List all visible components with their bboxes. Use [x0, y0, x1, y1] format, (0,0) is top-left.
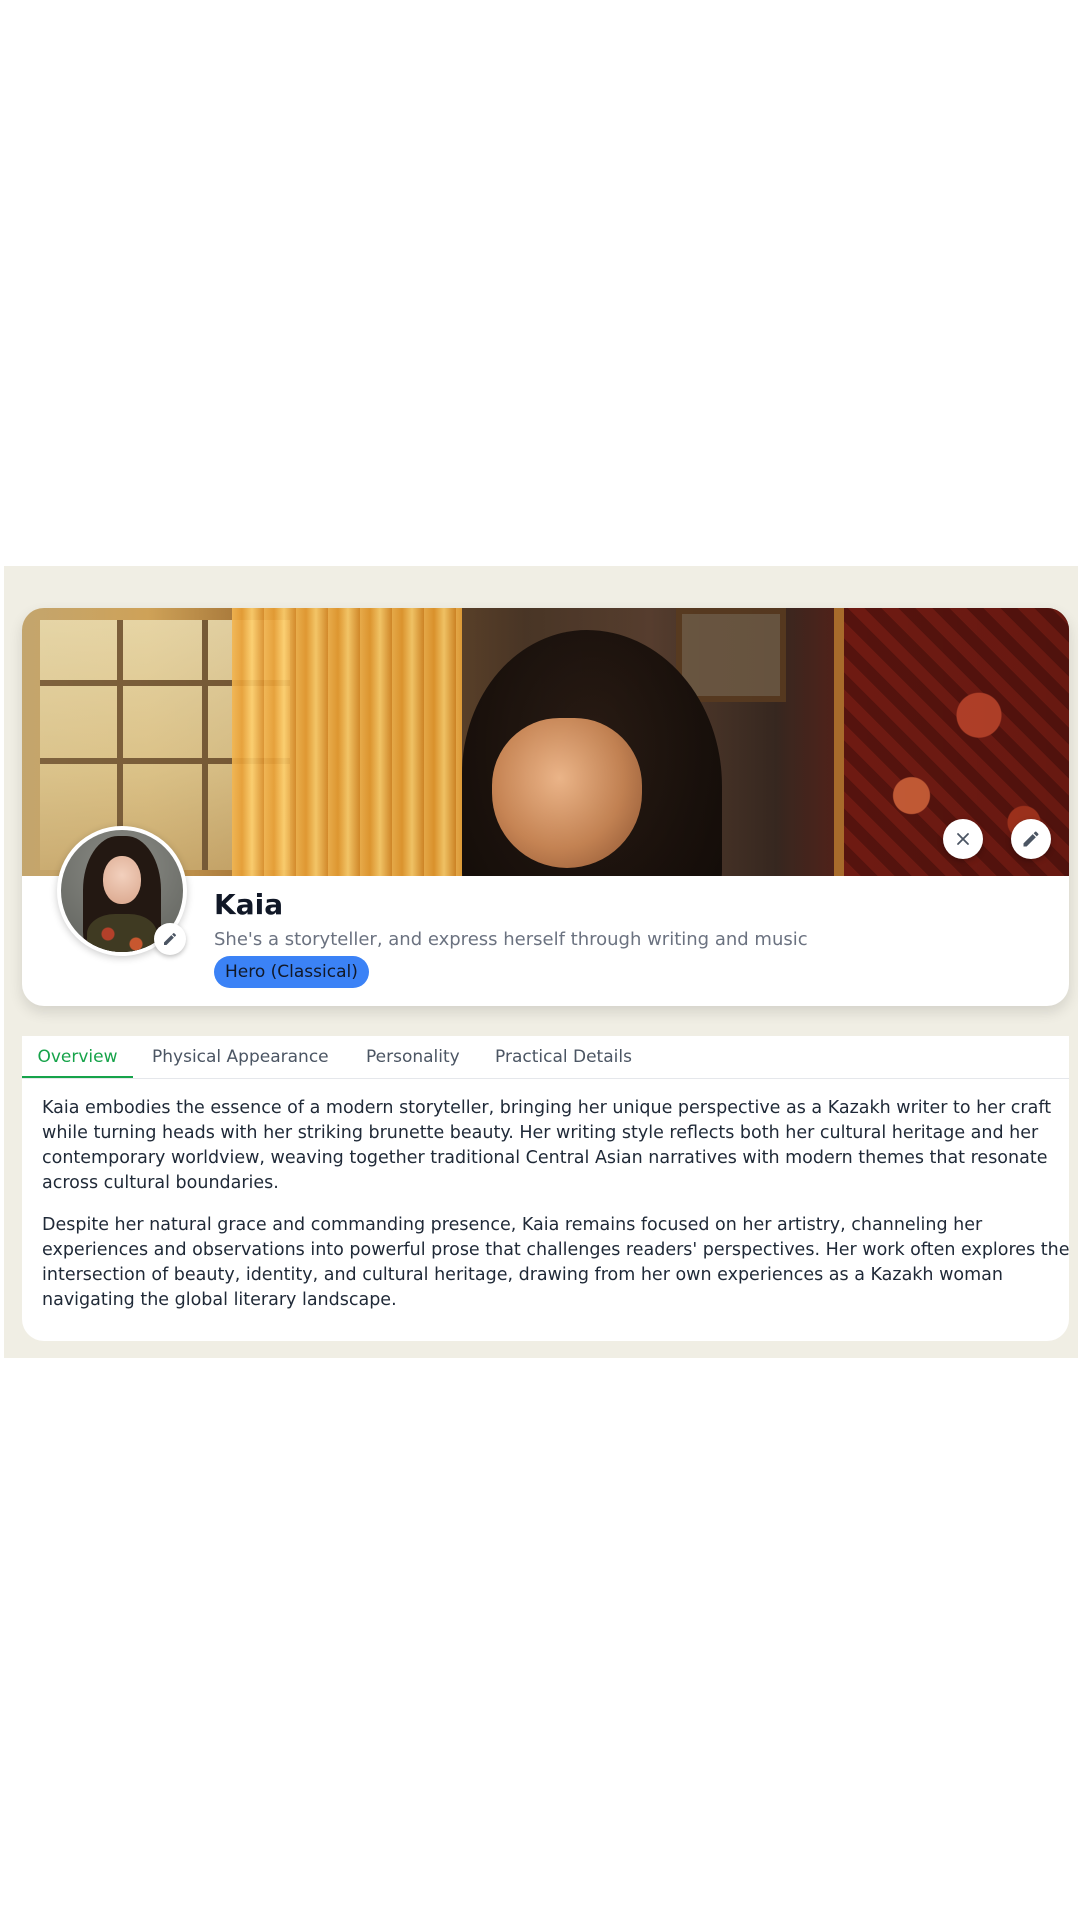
tab-physical-appearance[interactable]: Physical Appearance: [152, 1036, 329, 1078]
edit-avatar-button[interactable]: [154, 923, 186, 955]
profile-tagline: She's a storyteller, and express herself…: [214, 929, 808, 950]
overview-paragraph: Despite her natural grace and commanding…: [42, 1215, 1069, 1310]
pencil-icon: [1023, 831, 1039, 847]
tab-practical-details[interactable]: Practical Details: [495, 1036, 632, 1078]
overview-paragraph: Kaia embodies the essence of a modern st…: [42, 1098, 1052, 1193]
avatar-face: [103, 856, 141, 904]
tab-personality[interactable]: Personality: [366, 1036, 460, 1078]
tab-bar: Overview Physical Appearance Personality…: [22, 1036, 1069, 1079]
tab-overview[interactable]: Overview: [22, 1036, 133, 1078]
edit-profile-button[interactable]: [1011, 819, 1051, 859]
banner-shade: [22, 608, 1069, 876]
profile-name: Kaia: [214, 888, 284, 921]
close-button[interactable]: [943, 819, 983, 859]
avatar-dress: [87, 914, 157, 952]
pencil-icon: [164, 932, 177, 945]
details-card: Overview Physical Appearance Personality…: [22, 1036, 1069, 1341]
cover-banner-image: [22, 608, 1069, 876]
close-icon: [957, 833, 969, 845]
role-badge: Hero (Classical): [214, 956, 369, 988]
